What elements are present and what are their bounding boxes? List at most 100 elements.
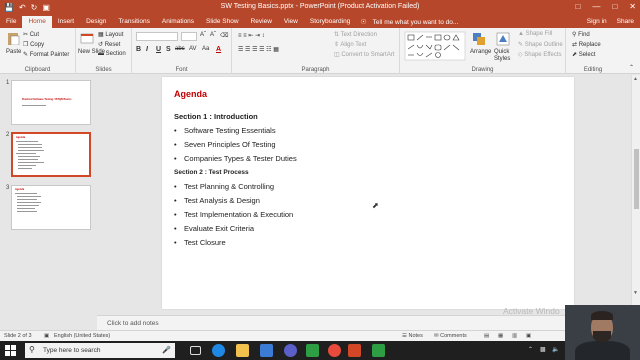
shadow-button[interactable]: S bbox=[166, 46, 171, 53]
network-icon[interactable]: ▩ bbox=[540, 346, 546, 353]
cut-button[interactable]: ✂ Cut bbox=[23, 31, 39, 38]
share-button[interactable]: Share bbox=[617, 16, 634, 28]
shapes-gallery[interactable] bbox=[404, 31, 466, 61]
change-case-button[interactable]: Aa bbox=[202, 46, 209, 52]
arrange-button[interactable]: Arrange bbox=[470, 49, 491, 55]
current-slide[interactable]: Agenda Section 1 : Introduction • Softwar… bbox=[162, 77, 574, 309]
quick-styles-icon[interactable] bbox=[496, 32, 510, 46]
scroll-thumb[interactable] bbox=[634, 149, 639, 209]
normal-view-icon[interactable]: ▤ bbox=[484, 333, 489, 339]
clear-format-icon[interactable]: ⌫ bbox=[220, 32, 228, 39]
app-icon[interactable] bbox=[284, 344, 297, 357]
tab-animations[interactable]: Animations bbox=[156, 16, 200, 28]
list-item[interactable]: • Test Analysis & Design bbox=[174, 196, 260, 205]
tab-review[interactable]: Review bbox=[245, 16, 278, 28]
thumbnail-slide-1[interactable]: Practical Software Testing / ISTQB Basic… bbox=[11, 80, 91, 125]
tab-slide-show[interactable]: Slide Show bbox=[200, 16, 245, 28]
find-button[interactable]: ⚲ Find bbox=[572, 31, 590, 38]
bullets-icon[interactable]: ≡ ≡ ⇤ ⇥ ↕ bbox=[238, 32, 265, 39]
reset-button[interactable]: ↺ Reset bbox=[98, 41, 120, 48]
comments-toggle[interactable]: ✉ Comments bbox=[434, 333, 467, 339]
replace-button[interactable]: ⇄ Replace bbox=[572, 41, 601, 48]
tab-storyboarding[interactable]: Storyboarding bbox=[304, 16, 356, 28]
spellcheck-icon[interactable]: ▣ bbox=[44, 333, 49, 339]
camtasia-recorder-icon[interactable] bbox=[372, 344, 385, 357]
list-item[interactable]: • Companies Types & Tester Duties bbox=[174, 154, 297, 163]
font-size-combo[interactable] bbox=[181, 32, 197, 41]
file-explorer-icon[interactable] bbox=[236, 344, 249, 357]
sign-in-link[interactable]: Sign in bbox=[587, 16, 607, 28]
convert-smartart-button[interactable]: ◫ Convert to SmartArt bbox=[334, 51, 394, 58]
section-button[interactable]: ▬ Section bbox=[98, 51, 126, 57]
italic-button[interactable]: I bbox=[146, 46, 148, 53]
shape-fill-button[interactable]: ▲ Shape Fill bbox=[518, 31, 552, 37]
tab-file[interactable]: File bbox=[0, 16, 22, 28]
list-item[interactable]: • Software Testing Essentials bbox=[174, 126, 276, 135]
shape-outline-button[interactable]: ✎ Shape Outline bbox=[518, 41, 563, 48]
minimize-button[interactable]: — bbox=[592, 2, 600, 11]
reading-view-icon[interactable]: ▥ bbox=[512, 333, 517, 339]
microphone-icon[interactable]: 🎤 bbox=[162, 346, 171, 354]
bold-button[interactable]: B bbox=[136, 46, 141, 53]
list-item[interactable]: • Test Implementation & Execution bbox=[174, 210, 293, 219]
strikethrough-button[interactable]: abc bbox=[175, 46, 185, 52]
list-item[interactable]: • Test Closure bbox=[174, 238, 226, 247]
paste-button[interactable]: Paste bbox=[6, 49, 21, 55]
tab-transitions[interactable]: Transitions bbox=[112, 16, 156, 28]
list-item[interactable]: • Test Planning & Controlling bbox=[174, 182, 274, 191]
chrome-icon[interactable] bbox=[328, 344, 341, 357]
tray-chevron-icon[interactable]: ⌃ bbox=[528, 346, 533, 353]
notes-placeholder[interactable]: Click to add notes bbox=[107, 320, 159, 327]
edge-icon[interactable] bbox=[212, 344, 225, 357]
paste-icon[interactable] bbox=[6, 31, 20, 45]
powerpoint-icon[interactable] bbox=[348, 344, 361, 357]
vertical-scrollbar[interactable]: ▲ ▼ bbox=[631, 75, 640, 330]
slide-heading[interactable]: Agenda bbox=[174, 89, 207, 99]
section-heading[interactable]: Section 1 : Introduction bbox=[174, 112, 258, 121]
char-spacing-button[interactable]: AV bbox=[189, 46, 197, 52]
task-view-icon[interactable] bbox=[190, 346, 201, 355]
shape-effects-button[interactable]: ◇ Shape Effects bbox=[518, 51, 562, 58]
taskbar-search[interactable]: ⚲ Type here to search 🎤 bbox=[25, 343, 175, 358]
collapse-ribbon-icon[interactable]: ⌃ bbox=[629, 64, 634, 71]
camtasia-icon[interactable] bbox=[306, 344, 319, 357]
notes-toggle[interactable]: ☰ Notes bbox=[402, 333, 423, 339]
volume-icon[interactable]: 🔈 bbox=[552, 346, 559, 353]
tab-view[interactable]: View bbox=[278, 16, 304, 28]
grow-font-icon[interactable]: Aˆ bbox=[200, 32, 206, 38]
scroll-up-icon[interactable]: ▲ bbox=[633, 76, 638, 82]
close-button[interactable]: ✕ bbox=[629, 2, 636, 11]
section-heading[interactable]: Section 2 : Test Process bbox=[174, 169, 249, 176]
list-item[interactable]: • Seven Principles Of Testing bbox=[174, 140, 276, 149]
thumbnail-slide-3[interactable]: Agenda bbox=[11, 185, 91, 230]
quick-styles-button[interactable]: Quick Styles bbox=[494, 49, 510, 63]
select-button[interactable]: ⬈ Select bbox=[572, 51, 595, 58]
maximize-button[interactable]: □ bbox=[612, 2, 617, 11]
new-slide-icon[interactable] bbox=[80, 32, 94, 46]
ribbon-display-icon[interactable]: □ bbox=[576, 2, 581, 11]
shrink-font-icon[interactable]: Aˇ bbox=[210, 32, 216, 38]
notes-pane[interactable]: Click to add notes bbox=[97, 315, 631, 330]
align-text-button[interactable]: ⇕ Align Text bbox=[334, 41, 366, 48]
format-painter-button[interactable]: ✎ Format Painter bbox=[23, 51, 69, 58]
copy-button[interactable]: ❐ Copy bbox=[23, 41, 44, 48]
windows-start-icon[interactable] bbox=[5, 345, 16, 356]
tab-insert[interactable]: Insert bbox=[52, 16, 80, 28]
font-color-button[interactable]: A bbox=[216, 46, 221, 53]
slide-sorter-icon[interactable]: ▦ bbox=[498, 333, 503, 339]
tab-design[interactable]: Design bbox=[80, 16, 112, 28]
scroll-down-icon[interactable]: ▼ bbox=[633, 290, 638, 296]
text-direction-button[interactable]: ⇅ Text Direction bbox=[334, 31, 377, 38]
align-icons[interactable]: ☰ ☰ ☰ ☰ ☷ ▦ bbox=[238, 46, 279, 53]
font-name-combo[interactable] bbox=[136, 32, 178, 41]
store-icon[interactable] bbox=[260, 344, 273, 357]
thumbnail-slide-2[interactable]: Agenda bbox=[11, 132, 91, 177]
layout-button[interactable]: ▦ Layout bbox=[98, 31, 123, 38]
arrange-icon[interactable] bbox=[472, 32, 486, 46]
list-item[interactable]: • Evaluate Exit Criteria bbox=[174, 224, 254, 233]
tab-home[interactable]: Home bbox=[22, 16, 52, 28]
slideshow-icon[interactable]: ▣ bbox=[526, 333, 531, 339]
underline-button[interactable]: U bbox=[156, 46, 161, 53]
tell-me-box[interactable]: Tell me what you want to do... bbox=[367, 19, 459, 26]
language-status[interactable]: English (United States) bbox=[54, 333, 110, 339]
